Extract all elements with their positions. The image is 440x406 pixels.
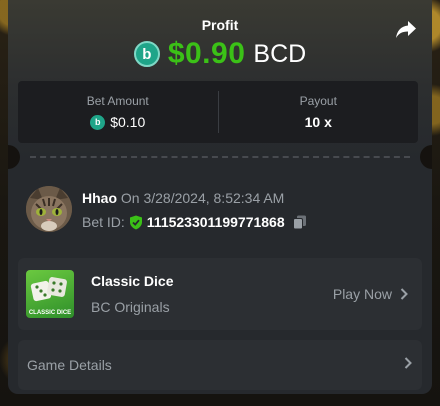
bet-amount-label: Bet Amount [86, 94, 149, 108]
profit-currency: BCD [253, 39, 307, 68]
payout-stat: Payout 10 x [217, 91, 419, 133]
game-row[interactable]: CLASSIC DICE Classic Dice BC Originals P… [18, 258, 422, 330]
avatar[interactable] [26, 186, 72, 232]
profit-label: Profit [201, 17, 239, 33]
share-icon [396, 21, 416, 38]
dice-thumbnail-text: CLASSIC DICE [29, 310, 71, 316]
bet-id-label: Bet ID: [82, 214, 125, 230]
verified-shield-icon [129, 215, 142, 229]
payout-label: Payout [299, 94, 337, 108]
bet-detail-card: Profit b $0.90 BCD Bet Amount b $0.10 Pa… [8, 0, 432, 394]
dice-icon: CLASSIC DICE [29, 277, 71, 316]
game-title: Classic Dice [91, 273, 174, 289]
cat-avatar-image [26, 186, 72, 232]
payout-value: 10 x [304, 114, 332, 130]
game-details-row[interactable]: Game Details [18, 340, 422, 390]
bet-id-line: Bet ID: 111523301199771868 [82, 214, 307, 230]
bet-amount-stat: Bet Amount b $0.10 [18, 81, 218, 143]
chevron-right-icon [400, 288, 408, 300]
profit-amount: $0.90 [167, 37, 246, 70]
copy-button[interactable] [292, 215, 307, 230]
username[interactable]: Hhao [82, 190, 117, 206]
bet-amount-value-row: b $0.10 [90, 114, 145, 130]
game-subtitle: BC Originals [91, 299, 170, 315]
game-details-label: Game Details [27, 357, 112, 373]
play-now-label: Play Now [332, 286, 392, 302]
stats-box: Bet Amount b $0.10 Payout 10 x [18, 81, 418, 143]
share-button[interactable] [394, 18, 418, 42]
ticket-notch-right [420, 145, 432, 169]
bet-timestamp: On 3/28/2024, 8:52:34 AM [120, 190, 285, 206]
chevron-right-icon [404, 357, 412, 369]
copy-icon [292, 215, 306, 229]
play-now-button[interactable]: Play Now [333, 286, 408, 302]
bcd-coin-icon: b [90, 114, 106, 130]
bcd-coin-icon: b [133, 41, 160, 67]
dashed-divider [30, 156, 410, 158]
bet-user-line: Hhao On 3/28/2024, 8:52:34 AM [82, 190, 284, 206]
profit-row: b $0.90 BCD [8, 36, 432, 72]
classic-dice-thumbnail: CLASSIC DICE [26, 270, 74, 318]
bet-amount-value: $0.10 [110, 114, 146, 130]
bet-id-value: 111523301199771868 [146, 214, 285, 230]
bet-info-row: Hhao On 3/28/2024, 8:52:34 AM Bet ID: 11… [26, 186, 416, 234]
